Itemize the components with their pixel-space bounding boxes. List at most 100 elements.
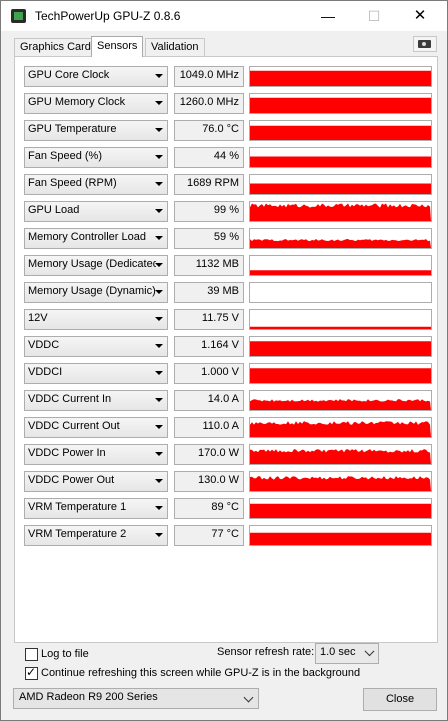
sensor-label: GPU Load bbox=[28, 204, 80, 216]
sensor-graph-area bbox=[250, 532, 431, 545]
sensor-value: 77 °C bbox=[174, 525, 244, 546]
chevron-down-icon bbox=[243, 692, 254, 703]
refresh-rate-select[interactable]: 1.0 sec bbox=[315, 643, 379, 664]
gpu-select[interactable]: AMD Radeon R9 200 Series bbox=[13, 688, 259, 709]
sensor-row: 12V 11.75 V bbox=[24, 309, 434, 330]
close-window-button[interactable]: ✕ bbox=[397, 1, 443, 31]
continue-refresh-label: Continue refreshing this screen while GP… bbox=[41, 667, 361, 679]
sensor-value: 11.75 V bbox=[174, 309, 244, 330]
sensor-value-text: 1.164 V bbox=[201, 339, 239, 351]
tab-graphics-card[interactable]: Graphics Card bbox=[14, 38, 97, 56]
maximize-button[interactable]: ☐ bbox=[351, 1, 397, 31]
continue-refresh-checkbox[interactable] bbox=[25, 665, 38, 680]
sensor-select[interactable]: VDDC Power Out bbox=[24, 471, 168, 492]
sensor-select[interactable]: GPU Core Clock bbox=[24, 66, 168, 87]
tab-validation[interactable]: Validation bbox=[145, 38, 205, 56]
sensor-value: 1.164 V bbox=[174, 336, 244, 357]
sensor-select[interactable]: Memory Controller Load bbox=[24, 228, 168, 249]
dropdown-arrow-icon bbox=[155, 101, 163, 105]
sensor-select[interactable]: 12V bbox=[24, 309, 168, 330]
sensor-value: 44 % bbox=[174, 147, 244, 168]
sensor-graph-area bbox=[250, 156, 431, 167]
sensor-graph-area bbox=[250, 476, 431, 491]
sensor-value: 110.0 A bbox=[174, 417, 244, 438]
sensor-row: Memory Usage (Dedicated) 1132 MB bbox=[24, 255, 434, 276]
sensor-graph bbox=[249, 444, 432, 465]
sensor-graph bbox=[249, 174, 432, 195]
sensor-value-text: 1049.0 MHz bbox=[179, 69, 239, 81]
sensor-select[interactable]: Memory Usage (Dynamic) bbox=[24, 282, 168, 303]
sensor-select[interactable]: VDDC Current Out bbox=[24, 417, 168, 438]
sensor-value-text: 76.0 °C bbox=[202, 123, 239, 135]
sensor-graph-area bbox=[250, 125, 431, 140]
sensor-value-text: 59 % bbox=[213, 231, 239, 243]
sensor-row: GPU Temperature 76.0 °C bbox=[24, 120, 434, 141]
sensor-graph-area bbox=[250, 503, 431, 518]
sensor-graph-area bbox=[250, 70, 431, 86]
sensor-graph bbox=[249, 66, 432, 87]
sensor-value: 59 % bbox=[174, 228, 244, 249]
sensor-value-text: 1260.0 MHz bbox=[179, 96, 239, 108]
sensor-value: 89 °C bbox=[174, 498, 244, 519]
sensor-select[interactable]: GPU Load bbox=[24, 201, 168, 222]
sensor-value-text: 77 °C bbox=[211, 528, 239, 540]
sensor-graph-area bbox=[250, 270, 431, 275]
sensor-select[interactable]: GPU Memory Clock bbox=[24, 93, 168, 114]
sensor-select[interactable]: VRM Temperature 2 bbox=[24, 525, 168, 546]
sensor-row: VRM Temperature 1 89 °C bbox=[24, 498, 434, 519]
sensor-select[interactable]: Fan Speed (%) bbox=[24, 147, 168, 168]
sensor-graph-area bbox=[250, 203, 431, 221]
sensor-value-text: 170.0 W bbox=[198, 447, 239, 459]
sensor-row: VRM Temperature 2 77 °C bbox=[24, 525, 434, 546]
sensor-graph-area bbox=[250, 449, 431, 464]
sensor-value-text: 99 % bbox=[213, 204, 239, 216]
sensor-graph-area bbox=[250, 239, 431, 248]
sensor-value-text: 14.0 A bbox=[207, 393, 239, 405]
sensor-label: VDDC Current In bbox=[28, 393, 112, 405]
tab-sensors[interactable]: Sensors bbox=[91, 36, 144, 57]
dropdown-arrow-icon bbox=[155, 263, 163, 267]
chevron-down-icon bbox=[364, 646, 375, 657]
sensor-value: 99 % bbox=[174, 201, 244, 222]
sensor-row: Memory Controller Load 59 % bbox=[24, 228, 434, 249]
sensor-label: VDDC Power Out bbox=[28, 474, 115, 486]
sensor-select[interactable]: VDDC bbox=[24, 336, 168, 357]
dropdown-arrow-icon bbox=[155, 398, 163, 402]
log-to-file-label: Log to file bbox=[41, 648, 89, 660]
sensor-row: Memory Usage (Dynamic) 39 MB bbox=[24, 282, 434, 303]
minimize-button[interactable]: — bbox=[305, 1, 351, 31]
sensor-value-text: 89 °C bbox=[211, 501, 239, 513]
sensor-select[interactable]: VDDCI bbox=[24, 363, 168, 384]
sensor-value: 130.0 W bbox=[174, 471, 244, 492]
sensor-row: Fan Speed (RPM) 1689 RPM bbox=[24, 174, 434, 195]
dropdown-arrow-icon bbox=[155, 317, 163, 321]
sensor-label: VRM Temperature 2 bbox=[28, 528, 127, 540]
sensor-graph bbox=[249, 471, 432, 492]
sensor-value-text: 1689 RPM bbox=[187, 177, 239, 189]
close-button[interactable]: Close bbox=[363, 688, 437, 711]
log-to-file-checkbox[interactable] bbox=[25, 648, 38, 661]
sensor-select[interactable]: Fan Speed (RPM) bbox=[24, 174, 168, 195]
sensor-value: 1132 MB bbox=[174, 255, 244, 276]
title-bar[interactable]: TechPowerUp GPU-Z 0.8.6 — ☐ ✕ bbox=[1, 1, 447, 31]
sensor-graph bbox=[249, 120, 432, 141]
sensor-row: VDDC Current Out 110.0 A bbox=[24, 417, 434, 438]
gpuz-window: TechPowerUp GPU-Z 0.8.6 — ☐ ✕ Graphics C… bbox=[0, 0, 448, 721]
sensor-graph bbox=[249, 93, 432, 114]
dropdown-arrow-icon bbox=[155, 182, 163, 186]
sensor-select[interactable]: VDDC Power In bbox=[24, 444, 168, 465]
sensor-value: 1260.0 MHz bbox=[174, 93, 244, 114]
sensor-select[interactable]: Memory Usage (Dedicated) bbox=[24, 255, 168, 276]
sensor-label: Memory Usage (Dedicated) bbox=[28, 258, 156, 270]
camera-icon[interactable] bbox=[413, 36, 437, 52]
dropdown-arrow-icon bbox=[155, 479, 163, 483]
sensor-graph bbox=[249, 282, 432, 303]
sensor-select[interactable]: VDDC Current In bbox=[24, 390, 168, 411]
sensor-graph-area bbox=[250, 183, 431, 194]
sensor-row: GPU Load 99 % bbox=[24, 201, 434, 222]
sensor-graph bbox=[249, 147, 432, 168]
sensor-select[interactable]: VRM Temperature 1 bbox=[24, 498, 168, 519]
gpu-select-value: AMD Radeon R9 200 Series bbox=[19, 691, 158, 703]
sensor-select[interactable]: GPU Temperature bbox=[24, 120, 168, 141]
sensor-graph bbox=[249, 390, 432, 411]
